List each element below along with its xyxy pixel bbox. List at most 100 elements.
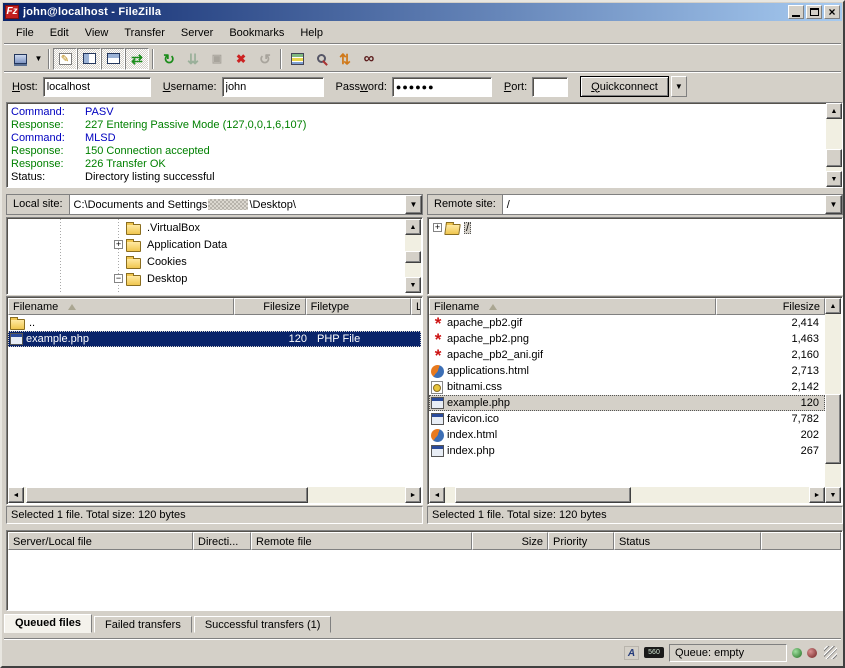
scroll-thumb[interactable] bbox=[826, 149, 842, 167]
remote-file-row[interactable]: bitnami.css2,142 bbox=[429, 379, 825, 395]
site-manager-button[interactable] bbox=[8, 48, 32, 70]
scroll-down-button[interactable]: ▼ bbox=[826, 171, 842, 187]
local-tree-vertical-scrollbar[interactable]: ▲ ▼ bbox=[405, 219, 421, 293]
tree-item-application-data[interactable]: +Application Data bbox=[8, 236, 405, 253]
remote-list-horizontal-scrollbar[interactable]: ◄ ► bbox=[429, 487, 825, 503]
toggle-remote-tree-button[interactable] bbox=[101, 48, 125, 70]
menu-view[interactable]: View bbox=[77, 25, 117, 41]
toggle-queue-button[interactable]: ⇄ bbox=[125, 48, 149, 70]
maximize-button[interactable] bbox=[806, 5, 822, 19]
activity-led-green bbox=[792, 648, 802, 658]
resize-grip[interactable] bbox=[824, 646, 837, 659]
tree-item-root[interactable]: +/ bbox=[429, 219, 841, 236]
column-header-filesize[interactable]: Filesize bbox=[716, 298, 825, 315]
column-header-filename[interactable]: Filename bbox=[8, 298, 234, 315]
scroll-thumb[interactable] bbox=[26, 487, 308, 503]
scroll-up-button[interactable]: ▲ bbox=[825, 298, 841, 314]
tree-item-desktop[interactable]: −Desktop bbox=[8, 270, 405, 287]
tab-queued-files[interactable]: Queued files bbox=[4, 614, 92, 633]
column-header-remote-file[interactable]: Remote file bbox=[251, 532, 472, 550]
cancel-operation-button[interactable]: ▣ bbox=[205, 48, 229, 70]
remote-file-row[interactable]: *apache_pb2.gif2,414 bbox=[429, 315, 825, 331]
remote-site-dropdown-button[interactable]: ▼ bbox=[825, 195, 842, 214]
remote-list-vertical-scrollbar[interactable]: ▲ ▼ bbox=[825, 298, 841, 503]
menu-server[interactable]: Server bbox=[173, 25, 221, 41]
scroll-thumb[interactable] bbox=[455, 487, 631, 503]
column-header-filename[interactable]: Filename bbox=[429, 298, 716, 315]
disconnect-button[interactable]: ✖ bbox=[229, 48, 253, 70]
scroll-left-button[interactable]: ◄ bbox=[429, 487, 445, 503]
local-file-row-parent-dir[interactable]: .. bbox=[8, 315, 421, 331]
speed-limit-icon[interactable]: 560 bbox=[644, 647, 664, 658]
scroll-down-button[interactable]: ▼ bbox=[405, 277, 421, 293]
tree-item-virtualbox[interactable]: .VirtualBox bbox=[8, 219, 405, 236]
scroll-thumb[interactable] bbox=[405, 251, 421, 263]
column-header-filetype[interactable]: Filetype bbox=[306, 298, 411, 315]
minimize-button[interactable] bbox=[788, 5, 804, 19]
quickconnect-dropdown-button[interactable]: ▼ bbox=[671, 76, 687, 97]
log-line: Status:Directory listing successful bbox=[11, 171, 825, 184]
remote-file-row[interactable]: *apache_pb2.png1,463 bbox=[429, 331, 825, 347]
menu-transfer[interactable]: Transfer bbox=[116, 25, 173, 41]
expand-plus-icon[interactable]: + bbox=[114, 240, 123, 249]
toggle-local-tree-button[interactable] bbox=[77, 48, 101, 70]
column-header-priority[interactable]: Priority bbox=[548, 532, 614, 550]
local-site-combo[interactable]: C:\Documents and Settings\Desktop\ bbox=[70, 195, 405, 214]
menu-edit[interactable]: Edit bbox=[42, 25, 77, 41]
local-site-dropdown-button[interactable]: ▼ bbox=[405, 195, 422, 214]
column-header-last-modified[interactable]: L bbox=[411, 298, 421, 315]
status-bar: A 560 Queue: empty bbox=[4, 638, 841, 664]
scroll-down-button[interactable]: ▼ bbox=[825, 487, 841, 503]
remote-file-row-example-php[interactable]: example.php120 bbox=[429, 395, 825, 411]
redacted-username bbox=[208, 199, 248, 210]
remote-file-row[interactable]: index.html202 bbox=[429, 427, 825, 443]
synchronized-browsing-button[interactable]: ⇅ bbox=[333, 48, 357, 70]
site-manager-dropdown-button[interactable]: ▼ bbox=[32, 48, 45, 70]
log-vertical-scrollbar[interactable]: ▲ ▼ bbox=[826, 103, 842, 187]
scroll-left-button[interactable]: ◄ bbox=[8, 487, 24, 503]
username-input[interactable] bbox=[222, 77, 324, 97]
column-header-filesize[interactable]: Filesize bbox=[234, 298, 305, 315]
column-header-size[interactable]: Size bbox=[472, 532, 548, 550]
reconnect-button[interactable]: ↺ bbox=[253, 48, 277, 70]
port-input[interactable] bbox=[532, 77, 568, 97]
host-input[interactable] bbox=[43, 77, 151, 97]
column-header-direction[interactable]: Directi... bbox=[193, 532, 251, 550]
quickconnect-button[interactable]: Quickconnect bbox=[580, 76, 669, 97]
menu-file[interactable]: File bbox=[8, 25, 42, 41]
column-header-status[interactable]: Status bbox=[614, 532, 761, 550]
remote-file-row[interactable]: index.php267 bbox=[429, 443, 825, 459]
menu-bookmarks[interactable]: Bookmarks bbox=[221, 25, 292, 41]
expand-plus-icon[interactable]: + bbox=[433, 223, 442, 232]
refresh-button[interactable]: ↻ bbox=[157, 48, 181, 70]
remote-tree-icon bbox=[107, 53, 120, 64]
close-icon: × bbox=[828, 7, 835, 17]
scroll-up-button[interactable]: ▲ bbox=[405, 219, 421, 235]
find-files-button[interactable]: ∞ bbox=[357, 48, 381, 70]
scroll-thumb[interactable] bbox=[825, 394, 841, 464]
menu-help[interactable]: Help bbox=[292, 25, 331, 41]
filename-filters-button[interactable] bbox=[285, 48, 309, 70]
html-file-icon bbox=[431, 365, 444, 378]
column-header-server-local-file[interactable]: Server/Local file bbox=[8, 532, 193, 550]
toggle-message-log-button[interactable]: ✎ bbox=[53, 48, 77, 70]
remote-site-combo[interactable]: / bbox=[503, 195, 825, 214]
directory-comparison-button[interactable] bbox=[309, 48, 333, 70]
tree-item-cookies[interactable]: Cookies bbox=[8, 253, 405, 270]
scroll-right-button[interactable]: ► bbox=[405, 487, 421, 503]
scroll-up-button[interactable]: ▲ bbox=[826, 103, 842, 119]
tab-successful-transfers[interactable]: Successful transfers (1) bbox=[194, 616, 332, 633]
remote-file-row[interactable]: applications.html2,713 bbox=[429, 363, 825, 379]
transfer-type-ascii-icon[interactable]: A bbox=[624, 646, 639, 660]
process-queue-button[interactable]: ⇊ bbox=[181, 48, 205, 70]
collapse-minus-icon[interactable]: − bbox=[114, 274, 123, 283]
remote-file-row[interactable]: favicon.ico7,782 bbox=[429, 411, 825, 427]
scroll-right-button[interactable]: ► bbox=[809, 487, 825, 503]
local-list-horizontal-scrollbar[interactable]: ◄ ► bbox=[8, 487, 421, 503]
filezilla-app-icon: Fz bbox=[5, 5, 19, 19]
password-input[interactable] bbox=[392, 77, 492, 97]
local-file-row-example-php[interactable]: example.php 120 PHP File 1 bbox=[8, 331, 421, 347]
tab-failed-transfers[interactable]: Failed transfers bbox=[94, 616, 192, 633]
remote-file-row[interactable]: *apache_pb2_ani.gif2,160 bbox=[429, 347, 825, 363]
close-button[interactable]: × bbox=[824, 5, 840, 19]
